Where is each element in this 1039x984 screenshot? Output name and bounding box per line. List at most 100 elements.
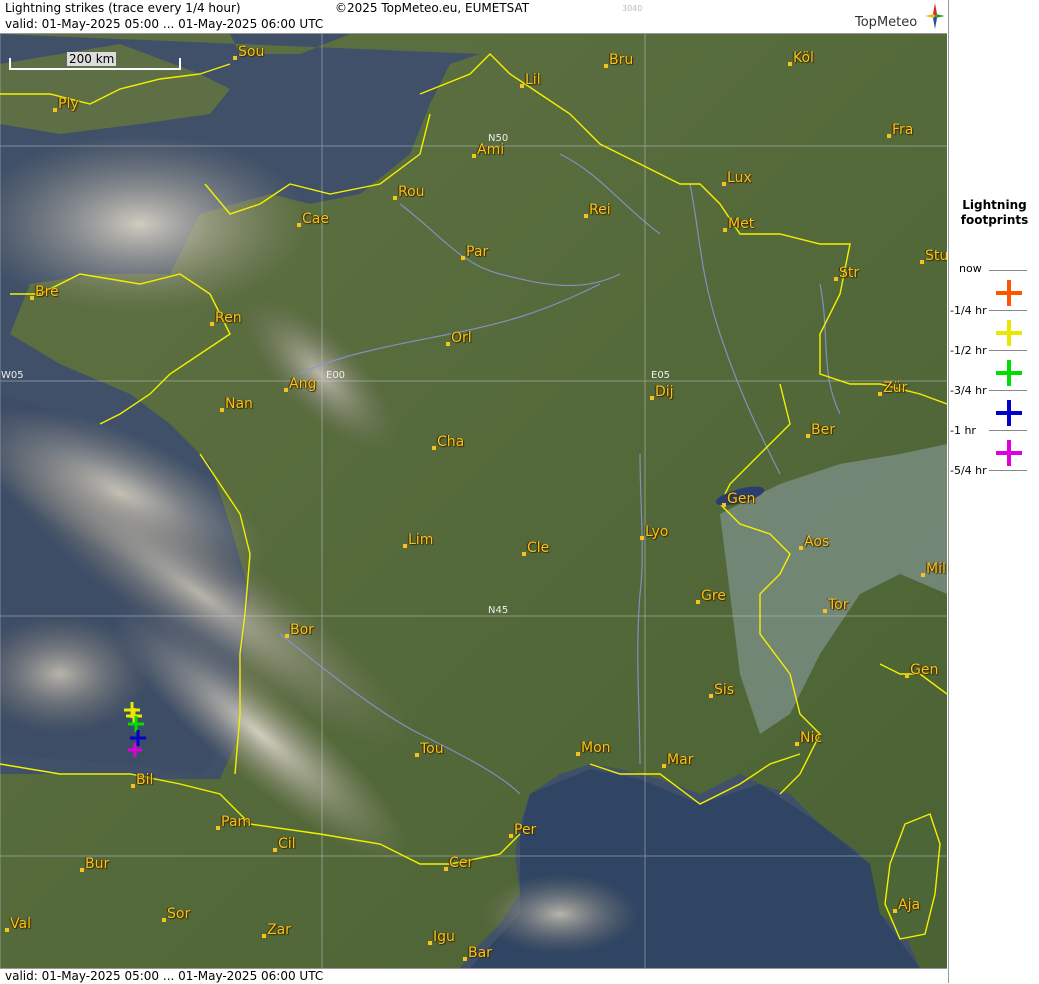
city-label[interactable]: Nic (800, 730, 822, 746)
city-label[interactable]: Lux (727, 170, 752, 186)
legend-divider (989, 270, 1027, 271)
city-marker (722, 182, 726, 186)
satellite-map[interactable]: 200 km N50 N45 E00 E05 W05 Sou Lil Bru Köl P… (0, 34, 947, 968)
city-label[interactable]: Cle (527, 540, 549, 556)
valid-time: valid: 01-May-2025 05:00 ... 01-May-2025… (5, 17, 324, 31)
city-marker (696, 600, 700, 604)
city-marker (297, 223, 301, 227)
city-label[interactable]: Ply (58, 96, 79, 112)
city-label[interactable]: Bre (35, 284, 59, 300)
legend-time-label: -3/4 hr (950, 384, 987, 397)
city-label[interactable]: Cae (302, 211, 329, 227)
city-marker (834, 277, 838, 281)
city-label[interactable]: Mar (667, 752, 693, 768)
city-label[interactable]: Ang (289, 376, 316, 392)
city-label[interactable]: Tou (420, 741, 444, 757)
city-marker (520, 84, 524, 88)
city-label[interactable]: Lyo (645, 524, 668, 540)
legend-title: Lightning footprints (949, 198, 1039, 228)
city-label[interactable]: Cer (449, 855, 473, 871)
city-marker (53, 108, 57, 112)
city-marker (432, 446, 436, 450)
city-marker (788, 62, 792, 66)
city-label[interactable]: Bor (290, 622, 314, 638)
city-label[interactable]: Köl (793, 50, 814, 66)
legend-divider (989, 310, 1027, 311)
city-label[interactable]: Bil (136, 772, 153, 788)
city-marker (893, 909, 897, 913)
city-label[interactable]: Lil (525, 72, 541, 88)
map-footer: valid: 01-May-2025 05:00 ... 01-May-2025… (0, 968, 947, 984)
strike-marker (130, 730, 146, 746)
city-label[interactable]: Cil (278, 836, 296, 852)
legend-strike-icon (996, 320, 1022, 346)
city-label[interactable]: Sis (714, 682, 734, 698)
city-label[interactable]: Rei (589, 202, 611, 218)
city-marker (799, 546, 803, 550)
city-label[interactable]: Bru (609, 52, 633, 68)
grid-label-w05: W05 (1, 370, 24, 381)
city-marker (905, 674, 909, 678)
city-marker (463, 957, 467, 961)
legend-time-label: -5/4 hr (950, 464, 987, 477)
city-label[interactable]: Met (728, 216, 754, 232)
city-label[interactable]: Ami (477, 142, 504, 158)
city-marker (921, 573, 925, 577)
city-label[interactable]: Ber (811, 422, 835, 438)
city-label[interactable]: Igu (433, 929, 455, 945)
city-label[interactable]: Tor (828, 597, 849, 613)
city-label[interactable]: Gre (701, 588, 726, 604)
scale-bar: 200 km (9, 52, 181, 70)
city-marker (415, 753, 419, 757)
grid-label-n45: N45 (488, 605, 509, 616)
brand-name[interactable]: TopMeteo (855, 15, 917, 30)
city-label[interactable]: Par (466, 244, 488, 260)
city-label[interactable]: Str (839, 265, 859, 281)
city-label[interactable]: Aos (804, 534, 829, 550)
compass-logo-icon[interactable] (923, 1, 947, 31)
strike-marker (128, 743, 142, 757)
city-marker (640, 536, 644, 540)
city-label[interactable]: Per (514, 822, 536, 838)
city-marker (522, 552, 526, 556)
city-label[interactable]: Rou (398, 184, 425, 200)
map-header: Lightning strikes (trace every 1/4 hour)… (0, 0, 947, 34)
city-label[interactable]: Mon (581, 740, 611, 756)
city-marker (806, 434, 810, 438)
city-label[interactable]: Zar (267, 922, 291, 938)
city-label[interactable]: Mil (926, 561, 946, 577)
city-label[interactable]: Gen (910, 662, 938, 678)
city-marker (262, 934, 266, 938)
city-label[interactable]: Zür (883, 380, 907, 396)
city-label[interactable]: Orl (451, 330, 472, 346)
legend-strike-icon (996, 280, 1022, 306)
lightning-strike-cluster[interactable] (118, 700, 158, 764)
city-label[interactable]: Pam (221, 814, 251, 830)
city-label[interactable]: Val (10, 916, 31, 932)
legend-time-label: now (959, 262, 982, 275)
city-marker (428, 941, 432, 945)
city-marker (878, 392, 882, 396)
city-label[interactable]: Lim (408, 532, 433, 548)
city-marker (5, 928, 9, 932)
city-label[interactable]: Gen (727, 491, 755, 507)
city-label[interactable]: Ren (215, 310, 242, 326)
legend-divider (989, 470, 1027, 471)
grid-label-e00: E00 (326, 370, 346, 381)
city-label[interactable]: Aja (898, 897, 920, 913)
scale-label: 200 km (67, 52, 117, 66)
city-label[interactable]: Cha (437, 434, 464, 450)
city-marker (446, 342, 450, 346)
city-label[interactable]: Dij (655, 384, 674, 400)
city-label[interactable]: Stu (925, 248, 947, 264)
city-label[interactable]: Fra (892, 122, 913, 138)
footer-valid-time: valid: 01-May-2025 05:00 ... 01-May-2025… (5, 969, 324, 983)
city-label[interactable]: Nan (225, 396, 253, 412)
city-label[interactable]: Sou (238, 44, 264, 60)
city-marker (393, 196, 397, 200)
city-marker (823, 609, 827, 613)
city-label[interactable]: Bur (85, 856, 109, 872)
city-label[interactable]: Sor (167, 906, 190, 922)
legend-title-line2: footprints (960, 213, 1029, 227)
city-label[interactable]: Bar (468, 945, 492, 961)
